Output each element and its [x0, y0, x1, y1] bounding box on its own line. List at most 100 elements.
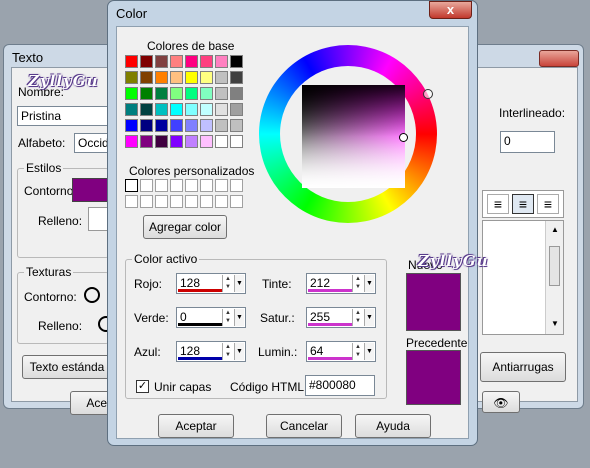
scroll-down-icon[interactable]: ▼: [551, 319, 559, 328]
base-color-swatch[interactable]: [125, 87, 138, 100]
base-color-swatch[interactable]: [155, 103, 168, 116]
nombre-field[interactable]: Pristina: [17, 106, 109, 126]
base-color-swatch[interactable]: [185, 87, 198, 100]
align-center-icon[interactable]: ≡: [512, 194, 534, 214]
base-color-swatch[interactable]: [170, 55, 183, 68]
base-color-swatch[interactable]: [230, 55, 243, 68]
interlineado-field[interactable]: 0: [500, 131, 555, 153]
custom-color-swatch[interactable]: [215, 179, 228, 192]
saturation-luminance-square[interactable]: [302, 85, 408, 188]
base-color-swatch[interactable]: [125, 135, 138, 148]
aceptar-bg-button[interactable]: Ace: [70, 391, 110, 415]
custom-color-swatch[interactable]: [140, 195, 153, 208]
agregar-color-button[interactable]: Agregar color: [143, 215, 227, 239]
base-color-swatch[interactable]: [155, 119, 168, 132]
base-color-swatch[interactable]: [170, 135, 183, 148]
dropdown-icon[interactable]: ▼: [234, 275, 244, 292]
rojo-spinner[interactable]: 128 ▲ ▼ ▼: [176, 273, 246, 294]
custom-color-swatch[interactable]: [200, 179, 213, 192]
base-color-swatch[interactable]: [230, 87, 243, 100]
close-button[interactable]: x: [429, 1, 472, 19]
base-color-swatch[interactable]: [125, 103, 138, 116]
base-color-swatch[interactable]: [230, 119, 243, 132]
dropdown-icon[interactable]: ▼: [234, 309, 244, 326]
custom-color-swatch[interactable]: [155, 195, 168, 208]
dropdown-icon[interactable]: ▼: [364, 309, 374, 326]
base-color-swatch[interactable]: [185, 103, 198, 116]
custom-color-swatch[interactable]: [125, 179, 138, 192]
up-down-icon[interactable]: ▲ ▼: [222, 275, 233, 292]
dropdown-icon[interactable]: ▼: [234, 343, 244, 360]
base-color-swatch[interactable]: [140, 103, 153, 116]
base-color-swatch[interactable]: [215, 119, 228, 132]
base-color-swatch[interactable]: [200, 119, 213, 132]
base-color-swatch[interactable]: [200, 71, 213, 84]
base-color-swatch[interactable]: [215, 87, 228, 100]
base-color-swatch[interactable]: [170, 119, 183, 132]
align-right-icon[interactable]: ≡: [537, 194, 559, 214]
aceptar-button[interactable]: Aceptar: [158, 414, 234, 438]
preview-list[interactable]: ▲ ▼: [482, 220, 564, 335]
base-color-swatch[interactable]: [155, 135, 168, 148]
base-color-swatch[interactable]: [125, 71, 138, 84]
base-color-swatch[interactable]: [200, 87, 213, 100]
base-color-swatch[interactable]: [155, 71, 168, 84]
base-color-swatch[interactable]: [200, 103, 213, 116]
dropdown-icon[interactable]: ▼: [364, 275, 374, 292]
base-color-swatch[interactable]: [140, 71, 153, 84]
base-color-swatch[interactable]: [125, 55, 138, 68]
unir-capas-checkbox[interactable]: ✓: [136, 380, 149, 393]
custom-color-swatch[interactable]: [155, 179, 168, 192]
base-color-swatch[interactable]: [230, 135, 243, 148]
custom-color-swatch[interactable]: [230, 179, 243, 192]
scrollbar[interactable]: ▲ ▼: [545, 221, 563, 334]
up-down-icon[interactable]: ▲ ▼: [352, 275, 363, 292]
base-color-swatch[interactable]: [170, 103, 183, 116]
base-color-swatch[interactable]: [155, 87, 168, 100]
base-color-swatch[interactable]: [215, 135, 228, 148]
base-color-swatch[interactable]: [200, 135, 213, 148]
up-down-icon[interactable]: ▲ ▼: [222, 309, 233, 326]
preview-eye-button[interactable]: 👁: [482, 391, 520, 413]
up-down-icon[interactable]: ▲ ▼: [222, 343, 233, 360]
custom-color-swatch[interactable]: [185, 179, 198, 192]
custom-color-swatch[interactable]: [230, 195, 243, 208]
codigo-html-field[interactable]: #800080: [305, 375, 375, 396]
base-color-swatch[interactable]: [200, 55, 213, 68]
lumin-spinner[interactable]: 64 ▲ ▼ ▼: [306, 341, 376, 362]
ayuda-button[interactable]: Ayuda: [355, 414, 431, 438]
texto-close-button[interactable]: [539, 50, 579, 67]
base-color-swatch[interactable]: [185, 55, 198, 68]
custom-color-swatch[interactable]: [200, 195, 213, 208]
verde-spinner[interactable]: 0 ▲ ▼ ▼: [176, 307, 246, 328]
base-color-swatch[interactable]: [215, 55, 228, 68]
custom-color-swatch[interactable]: [170, 179, 183, 192]
dropdown-icon[interactable]: ▼: [364, 343, 374, 360]
custom-color-swatch[interactable]: [215, 195, 228, 208]
relleno-swatch[interactable]: [88, 207, 108, 231]
no-texture-icon[interactable]: [84, 287, 100, 303]
base-color-swatch[interactable]: [230, 103, 243, 116]
base-color-swatch[interactable]: [215, 71, 228, 84]
base-color-swatch[interactable]: [185, 71, 198, 84]
scroll-thumb[interactable]: [549, 246, 560, 286]
precedente-color-swatch[interactable]: [406, 350, 461, 405]
tinte-spinner[interactable]: 212 ▲ ▼ ▼: [306, 273, 376, 294]
base-color-swatch[interactable]: [140, 87, 153, 100]
azul-spinner[interactable]: 128 ▲ ▼ ▼: [176, 341, 246, 362]
base-color-swatch[interactable]: [185, 119, 198, 132]
base-color-swatch[interactable]: [140, 55, 153, 68]
base-color-swatch[interactable]: [185, 135, 198, 148]
custom-color-swatch[interactable]: [140, 179, 153, 192]
texto-estandar-button[interactable]: Texto estánda: [22, 355, 112, 379]
contorno-swatch[interactable]: [72, 178, 109, 202]
up-down-icon[interactable]: ▲ ▼: [352, 343, 363, 360]
base-color-swatch[interactable]: [140, 119, 153, 132]
base-color-swatch[interactable]: [170, 71, 183, 84]
base-color-swatch[interactable]: [215, 103, 228, 116]
satur-spinner[interactable]: 255 ▲ ▼ ▼: [306, 307, 376, 328]
base-color-swatch[interactable]: [140, 135, 153, 148]
cancelar-button[interactable]: Cancelar: [266, 414, 342, 438]
base-color-swatch[interactable]: [170, 87, 183, 100]
sl-handle[interactable]: [399, 133, 408, 142]
